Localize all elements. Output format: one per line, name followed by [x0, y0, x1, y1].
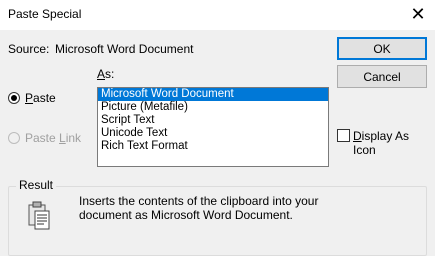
cancel-button[interactable]: Cancel: [337, 65, 427, 88]
close-icon: ✕: [410, 4, 426, 24]
display-as-icon-accel: D: [353, 129, 362, 143]
clipboard-icon: [28, 201, 50, 230]
result-text-line2: document as Microsoft Word Document.: [79, 208, 293, 222]
as-label-accel: A: [97, 67, 106, 81]
window-title: Paste Special: [8, 7, 82, 21]
result-text-line1: Inserts the contents of the clipboard in…: [79, 194, 319, 208]
display-as-icon-label[interactable]: Display As Icon: [353, 129, 435, 157]
paste-radio[interactable]: [8, 92, 20, 104]
display-as-icon-rest: isplay As Icon: [353, 129, 410, 157]
format-option[interactable]: Script Text: [98, 114, 328, 127]
paste-link-rest: ink: [65, 131, 82, 145]
paste-accel: P: [25, 91, 34, 105]
source-label: Source:: [8, 42, 50, 56]
format-option[interactable]: Unicode Text: [98, 127, 328, 140]
paste-link-radio-label[interactable]: Paste Link: [25, 131, 81, 145]
close-button[interactable]: ✕: [405, 2, 431, 26]
format-option[interactable]: Rich Text Format: [98, 140, 328, 153]
format-listbox[interactable]: Microsoft Word Document Picture (Metafil…: [97, 87, 329, 167]
paste-link-radio[interactable]: [8, 132, 20, 144]
title-bar: Paste Special ✕: [0, 0, 435, 30]
result-legend: Result: [16, 178, 57, 192]
format-option[interactable]: Microsoft Word Document: [98, 88, 328, 101]
ok-button-label: OK: [373, 41, 391, 56]
source-value: Microsoft Word Document: [55, 42, 194, 56]
paste-radio-label[interactable]: Paste: [25, 91, 56, 105]
display-as-icon-checkbox[interactable]: [337, 129, 350, 142]
ok-button[interactable]: OK: [337, 37, 427, 60]
paste-link-prefix: Paste: [25, 131, 60, 145]
paste-link-accel: L: [59, 131, 66, 145]
cancel-button-label: Cancel: [363, 69, 401, 84]
paste-rest: aste: [33, 91, 56, 105]
as-label-rest: s:: [105, 67, 115, 81]
as-label: As:: [97, 67, 114, 81]
format-option[interactable]: Picture (Metafile): [98, 101, 328, 114]
